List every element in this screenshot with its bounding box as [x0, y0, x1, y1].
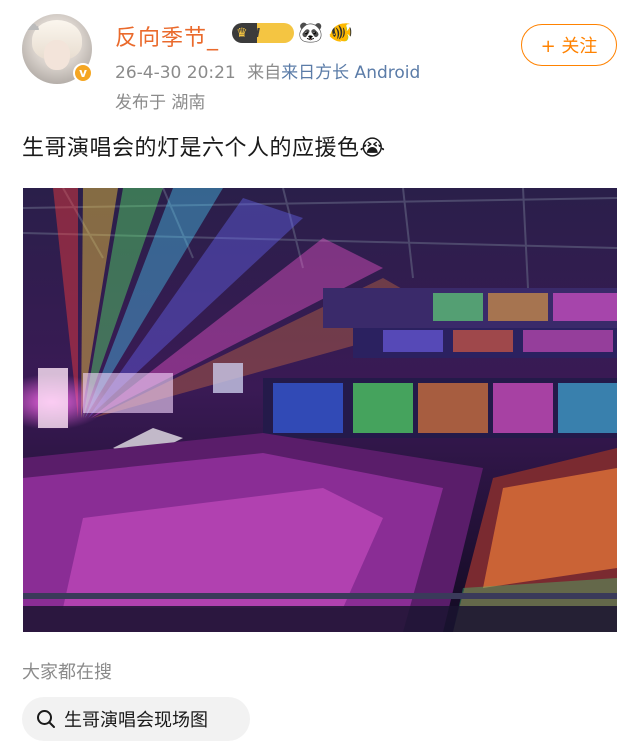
fish-icon: 🐠	[328, 20, 353, 44]
crown-icon: ♛	[236, 25, 248, 41]
post-meta: 26-4-30 20:21 来自来日方长 Android	[115, 58, 420, 83]
panda-icon: 🐼	[298, 20, 323, 44]
post-timestamp: 26-4-30 20:21	[115, 63, 236, 83]
crying-emoji-icon: 😭	[359, 136, 386, 161]
trending-search-label: 大家都在搜	[22, 662, 112, 683]
post-source[interactable]: 来日方长 Android	[281, 63, 420, 83]
trending-search-chip[interactable]: 生哥演唱会现场图	[22, 697, 250, 741]
avatar-decoration: ☁	[22, 14, 40, 35]
avatar-face	[44, 40, 70, 70]
post-text: 生哥演唱会的灯是六个人的应援色😭	[22, 130, 386, 162]
verified-badge: v	[73, 63, 93, 83]
concert-photo[interactable]	[23, 188, 617, 632]
trending-search-text: 生哥演唱会现场图	[64, 710, 208, 731]
follow-button[interactable]: + 关注	[521, 24, 617, 66]
post-body: 生哥演唱会的灯是六个人的应援色	[22, 136, 360, 161]
post-header: ☁ v 反向季节_ ♛ I 🐼 🐠 26-4-30 20:21 来自来日方长 A…	[0, 0, 640, 120]
post-location: 发布于 湖南	[115, 93, 206, 113]
vip-level-badge[interactable]: ♛ I	[232, 23, 294, 43]
source-prefix: 来自	[247, 63, 282, 83]
level-text: I	[255, 26, 261, 40]
concert-photo-illustration	[23, 188, 617, 632]
search-icon	[37, 710, 55, 728]
username[interactable]: 反向季节_	[115, 20, 219, 52]
